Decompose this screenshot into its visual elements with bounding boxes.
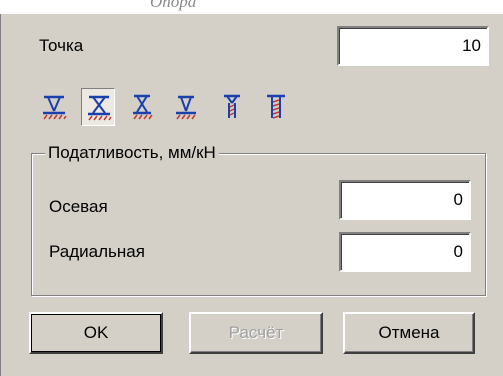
support-dialog: Точка 10 Податливость, мм/кН Осевая 0 Ра… [0, 14, 503, 376]
point-label: Точка [39, 36, 84, 55]
support-type-6-button[interactable] [259, 88, 293, 126]
radial-label: Радиальная [49, 242, 145, 261]
window-title: Опора [0, 0, 503, 14]
point-input[interactable]: 10 [337, 26, 489, 66]
axial-label: Осевая [49, 197, 108, 216]
support-type-2-icon [88, 95, 112, 121]
support-type-6-icon [267, 94, 285, 119]
cancel-button[interactable]: Отмена [343, 312, 475, 354]
support-type-3-icon [133, 94, 153, 120]
support-type-4-button[interactable] [169, 88, 203, 126]
support-type-4-icon [176, 95, 196, 120]
ok-button[interactable]: OK [29, 312, 163, 354]
support-type-toolbar [37, 88, 307, 128]
support-type-5-icon [224, 94, 240, 118]
support-type-2-button[interactable] [81, 88, 115, 126]
radial-input[interactable]: 0 [339, 232, 471, 272]
support-type-1-button[interactable] [37, 88, 71, 126]
support-type-3-button[interactable] [125, 88, 159, 126]
support-type-5-button[interactable] [215, 88, 249, 126]
compliance-group [31, 153, 486, 296]
window-title-text: Опора [150, 0, 197, 11]
axial-input[interactable]: 0 [339, 180, 471, 220]
compliance-group-title: Податливость, мм/кН [45, 143, 219, 163]
support-type-1-icon [43, 95, 67, 120]
calculate-button[interactable]: Расчёт [189, 312, 323, 354]
